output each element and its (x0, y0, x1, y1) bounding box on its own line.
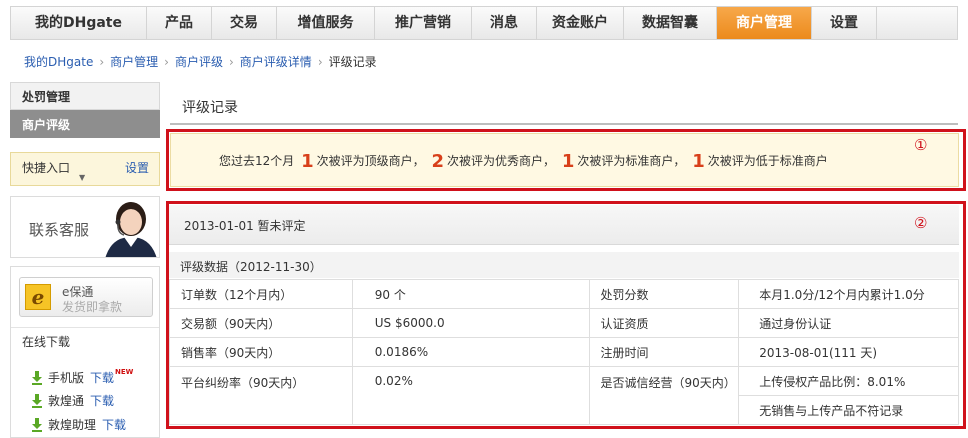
download-arrow-icon (32, 394, 42, 408)
nav-item-funds[interactable]: 资金账户 (537, 7, 624, 39)
breadcrumb-link[interactable]: 商户评级详情 (240, 54, 312, 70)
quick-entry-title: 快捷入口 (22, 161, 71, 175)
customer-service-banner[interactable]: 联系客服 (10, 196, 160, 258)
breadcrumb-separator: › (164, 55, 169, 69)
download-link[interactable]: 下载 (90, 370, 114, 386)
annotation-frame-1 (166, 129, 966, 191)
nav-item-marketing[interactable]: 推广营销 (375, 7, 472, 39)
download-item-label: 手机版 (48, 371, 85, 385)
download-item-label: 敦煌通 (48, 394, 85, 408)
breadcrumb-link[interactable]: 商户评级 (175, 54, 223, 70)
nav-item-my-dhgate[interactable]: 我的DHgate (11, 7, 147, 39)
download-title: 在线下载 (22, 335, 71, 349)
download-link[interactable]: 下载 (102, 417, 126, 433)
page-title: 评级记录 (182, 100, 238, 116)
divider (170, 123, 958, 125)
quick-entry-settings-link[interactable]: 设置 (125, 159, 149, 176)
new-badge: NEW (115, 368, 134, 376)
ebao-logo-icon: e (25, 284, 51, 310)
ebao-button[interactable]: e e保通 发货即拿款 (19, 277, 153, 317)
annotation-frame-2 (166, 201, 966, 429)
breadcrumb: 我的DHgate › 商户管理 › 商户评级 › 商户评级详情 › 评级记录 (24, 54, 377, 70)
nav-item-messages[interactable]: 消息 (472, 7, 537, 39)
download-item: 手机版 下载 NEW (31, 368, 133, 386)
sidebar-item-penalty[interactable]: 处罚管理 (10, 82, 160, 110)
nav-item-trade[interactable]: 交易 (212, 7, 277, 39)
breadcrumb-link[interactable]: 商户管理 (110, 54, 158, 70)
download-item: 敦煌助理 下载 (31, 417, 126, 433)
breadcrumb-separator: › (317, 55, 323, 69)
customer-service-label: 联系客服 (29, 221, 90, 239)
breadcrumb-separator: › (228, 55, 234, 69)
breadcrumb-separator: › (99, 55, 105, 69)
service-agent-avatar-icon (105, 202, 157, 257)
nav-item-products[interactable]: 产品 (147, 7, 212, 39)
top-nav: 我的DHgate 产品 交易 增值服务 推广营销 消息 资金账户 数据智囊 商户… (10, 6, 958, 40)
sidebar: 处罚管理 商户评级 快捷入口 设置 ▼ 联系客服 e e保通 发货即拿款 在线下… (10, 82, 160, 438)
breadcrumb-current: 评级记录 (328, 55, 377, 69)
nav-item-merchant[interactable]: 商户管理 (717, 7, 812, 39)
download-arrow-icon (32, 371, 42, 385)
download-item-label: 敦煌助理 (48, 418, 97, 432)
nav-item-settings[interactable]: 设置 (812, 7, 877, 39)
divider (11, 327, 159, 328)
sidebar-item-rating[interactable]: 商户评级 (10, 110, 160, 138)
download-link[interactable]: 下载 (90, 393, 114, 409)
download-arrow-icon (32, 418, 42, 432)
chevron-down-icon[interactable]: ▼ (79, 173, 85, 182)
quick-entry: 快捷入口 设置 ▼ (10, 152, 160, 186)
breadcrumb-link[interactable]: 我的DHgate (24, 54, 93, 70)
nav-item-value-added[interactable]: 增值服务 (277, 7, 375, 39)
download-item: 敦煌通 下载 (31, 393, 114, 409)
download-panel: e e保通 发货即拿款 在线下载 手机版 下载 NEW 敦煌通 下载 敦煌助理 … (10, 266, 160, 438)
annotation-marker-1: ① (914, 136, 928, 154)
nav-item-data[interactable]: 数据智囊 (624, 7, 717, 39)
ebao-subtitle: 发货即拿款 (62, 300, 123, 314)
annotation-marker-2: ② (914, 214, 928, 232)
